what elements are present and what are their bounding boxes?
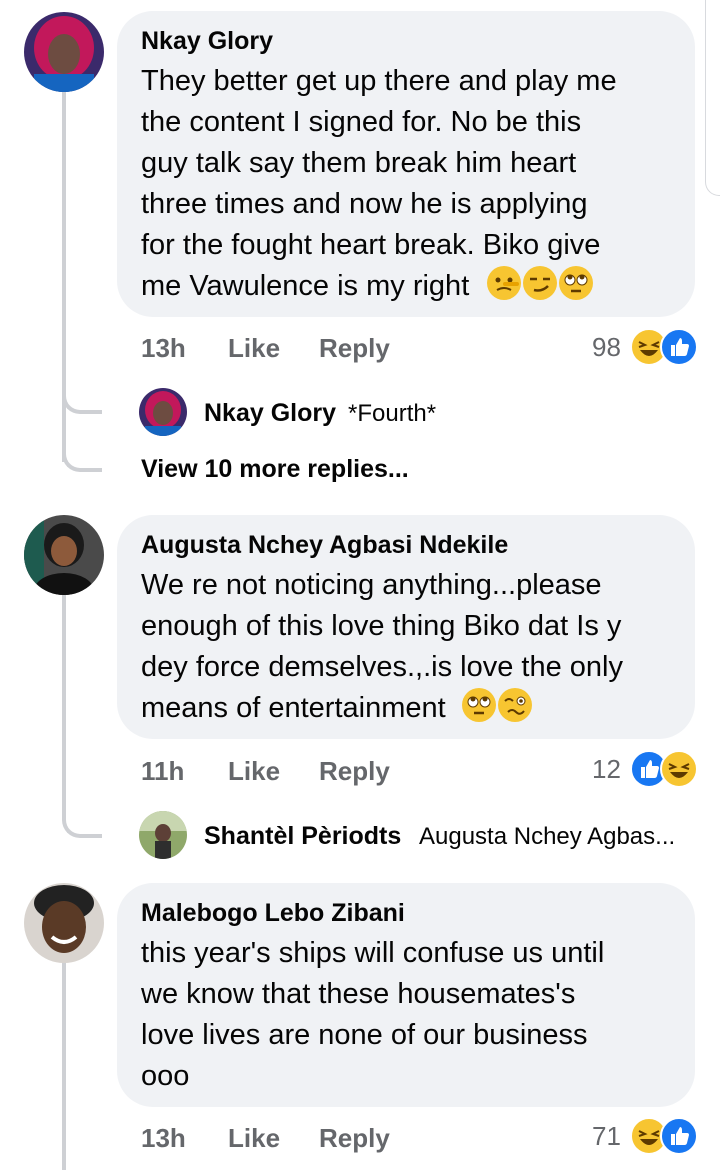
reply-button[interactable]: Reply xyxy=(319,1123,390,1154)
comment-author[interactable]: Malebogo Lebo Zibani xyxy=(141,899,405,928)
like-button[interactable]: Like xyxy=(228,333,280,364)
reply-button[interactable]: Reply xyxy=(319,756,390,787)
comment-time[interactable]: 13h xyxy=(141,1123,186,1154)
reply-author[interactable]: Shantèl Pèriodts xyxy=(204,822,401,851)
view-more-replies-link[interactable]: View 10 more replies... xyxy=(141,455,409,484)
eye-roll-emoji xyxy=(461,688,496,722)
eye-roll-emoji xyxy=(559,266,594,300)
haha-reaction-icon xyxy=(660,750,698,788)
thread-connector xyxy=(62,444,102,472)
smirk-emoji xyxy=(523,266,558,300)
thread-connector xyxy=(62,386,102,414)
lying-face-emoji xyxy=(487,266,522,300)
avatar[interactable] xyxy=(24,515,104,595)
reply-avatar[interactable] xyxy=(139,811,187,859)
comment-text: They better get up there and play me the… xyxy=(141,65,617,302)
like-button[interactable]: Like xyxy=(228,756,280,787)
avatar[interactable] xyxy=(24,12,104,92)
comment-text: We re not noticing anything...please eno… xyxy=(141,569,623,724)
reply-snippet[interactable]: *Fourth* xyxy=(348,400,436,428)
avatar[interactable] xyxy=(24,883,104,963)
reply-avatar[interactable] xyxy=(139,388,187,436)
like-reaction-icon xyxy=(660,1117,698,1155)
like-button[interactable]: Like xyxy=(228,1123,280,1154)
comment-author[interactable]: Nkay Glory xyxy=(141,27,273,56)
thread-line xyxy=(62,594,66,812)
reaction-count[interactable]: 98 xyxy=(592,332,621,363)
comment-author[interactable]: Augusta Nchey Agbasi Ndekile xyxy=(141,531,508,560)
reaction-count[interactable]: 12 xyxy=(592,754,621,785)
scrollbar-edge[interactable] xyxy=(705,0,720,196)
reply-button[interactable]: Reply xyxy=(319,333,390,364)
reply-author[interactable]: Nkay Glory xyxy=(204,399,336,428)
comment-time[interactable]: 11h xyxy=(141,756,184,787)
thread-connector xyxy=(62,810,102,838)
woozy-face-emoji xyxy=(497,688,532,722)
reaction-count[interactable]: 71 xyxy=(592,1121,621,1152)
comment-time[interactable]: 13h xyxy=(141,333,186,364)
comment-text: this year's ships will confuse us until … xyxy=(141,937,605,1092)
like-reaction-icon xyxy=(660,328,698,366)
thread-line xyxy=(62,962,66,1170)
reply-snippet[interactable]: Augusta Nchey Agbas... xyxy=(419,823,675,851)
